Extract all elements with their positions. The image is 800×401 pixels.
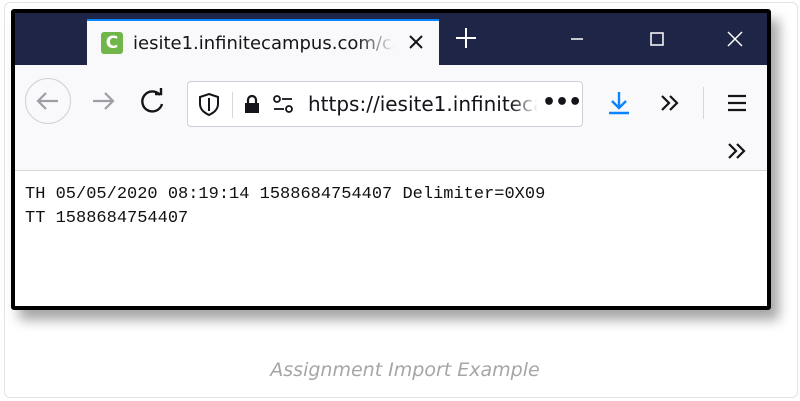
back-icon[interactable] — [25, 78, 71, 124]
permissions-icon[interactable] — [268, 90, 298, 118]
plus-icon[interactable] — [451, 23, 481, 53]
url-bar[interactable]: https://iesite1.infinitecampus.com/campu… — [187, 81, 583, 127]
minimize-icon[interactable] — [547, 19, 607, 59]
browser-window: C iesite1.infinitecampus.com/campus — [11, 9, 771, 310]
shield-icon[interactable] — [194, 90, 224, 118]
favicon: C — [101, 32, 123, 54]
bookmarks-toolbar — [15, 131, 767, 171]
nav-toolbar: https://iesite1.infinitecampus.com/campu… — [15, 65, 767, 131]
tab-active[interactable]: C iesite1.infinitecampus.com/campus — [87, 19, 439, 65]
toolbar-divider — [703, 87, 704, 119]
more-icon[interactable]: ••• — [542, 92, 582, 118]
figure-card: C iesite1.infinitecampus.com/campus — [4, 2, 798, 398]
forward-icon[interactable] — [81, 78, 127, 124]
text-line: TT 1588684754407 — [25, 209, 189, 228]
title-bar: C iesite1.infinitecampus.com/campus — [15, 13, 767, 65]
url-divider — [232, 92, 233, 118]
close-icon[interactable] — [403, 29, 429, 55]
lock-icon[interactable] — [238, 90, 266, 118]
url-text[interactable]: https://iesite1.infinitecampus.com/campu… — [308, 92, 538, 116]
reload-icon[interactable] — [129, 78, 175, 124]
tab-title: iesite1.infinitecampus.com/campus — [133, 33, 395, 54]
maximize-icon[interactable] — [627, 19, 687, 59]
page-content: TH 05/05/2020 08:19:14 1588684754407 Del… — [15, 171, 767, 306]
window-close-icon[interactable] — [705, 19, 765, 59]
chevron-double-right-icon[interactable] — [652, 83, 688, 123]
figure-caption: Assignment Import Example — [270, 359, 540, 381]
download-icon[interactable] — [601, 83, 637, 123]
text-line: TH 05/05/2020 08:19:14 1588684754407 Del… — [25, 185, 546, 204]
bookmarks-overflow-chevron-icon[interactable] — [719, 135, 755, 167]
hamburger-menu-icon[interactable] — [719, 83, 755, 123]
